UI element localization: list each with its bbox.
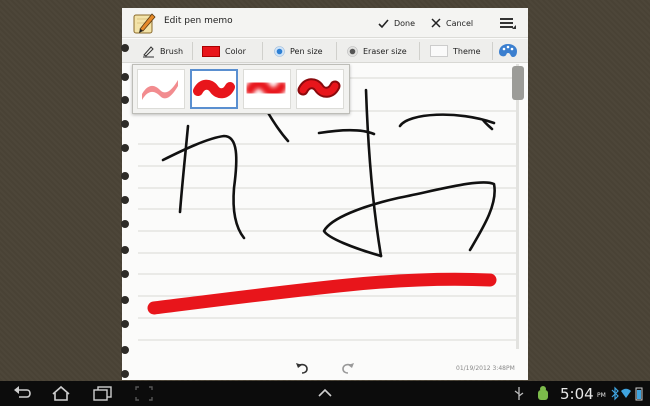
toolbar-divider	[336, 42, 337, 60]
brush-type-popup	[132, 64, 350, 114]
toolbar-divider	[492, 42, 493, 60]
status-ampm: PM	[597, 392, 606, 399]
spiral-ring	[121, 44, 129, 52]
brush-option-round-marker[interactable]	[190, 69, 238, 109]
spiral-ring	[121, 296, 129, 304]
toolbar-divider	[419, 42, 420, 60]
battery-icon	[635, 387, 643, 401]
pen-size-label: Pen size	[290, 46, 323, 56]
round-marker-brush-icon	[193, 79, 235, 99]
redo-icon[interactable]	[340, 360, 356, 376]
cancel-label: Cancel	[446, 18, 474, 28]
color-swatch	[202, 45, 220, 57]
home-icon[interactable]	[50, 385, 72, 402]
spiral-ring	[121, 270, 129, 278]
theme-swatch	[430, 45, 448, 57]
color-label: Color	[225, 46, 246, 56]
red-stroke	[147, 272, 497, 315]
brush-option-airbrush[interactable]	[243, 69, 291, 109]
system-navigation-bar: 5:04 PM	[0, 381, 650, 406]
spiral-ring	[121, 96, 129, 104]
undo-icon[interactable]	[294, 360, 310, 376]
bluetooth-icon	[611, 386, 619, 401]
close-icon	[431, 18, 441, 28]
pen-size-tool[interactable]: Pen size	[274, 41, 323, 61]
usb-icon	[514, 387, 524, 400]
brush-option-soft-marker[interactable]	[137, 69, 185, 109]
brush-tool[interactable]: Brush	[142, 41, 183, 61]
theme-tool[interactable]: Theme	[430, 41, 481, 61]
spiral-ring	[121, 172, 129, 180]
done-label: Done	[394, 18, 416, 28]
chevron-up-icon[interactable]	[316, 385, 334, 402]
title-bar: Edit pen memo Done Cancel	[122, 8, 528, 38]
spiral-ring	[121, 120, 129, 128]
spiral-ring	[121, 370, 129, 378]
spiral-ring	[121, 246, 129, 254]
spiral-ring	[121, 144, 129, 152]
ink-pen-brush-icon	[297, 78, 341, 98]
palette-icon[interactable]	[498, 41, 518, 61]
spiral-ring	[121, 346, 129, 354]
spiral-ring	[121, 196, 129, 204]
memo-timestamp: 01/19/2012 3:48PM	[456, 365, 515, 372]
color-tool[interactable]: Color	[202, 41, 246, 61]
eraser-size-tool[interactable]: Eraser size	[347, 41, 407, 61]
brush-label: Brush	[160, 46, 184, 56]
brush-option-ink-pen[interactable]	[296, 69, 344, 109]
spiral-ring	[121, 320, 129, 328]
toolbar-divider	[262, 42, 263, 60]
overflow-menu-icon[interactable]	[498, 13, 518, 33]
pen-memo-app-icon	[133, 13, 156, 34]
pen-memo-editor: Edit pen memo Done Cancel Brush Color Pe…	[122, 8, 528, 380]
check-icon	[378, 18, 389, 28]
cancel-button[interactable]: Cancel	[431, 13, 473, 33]
android-debug-icon	[538, 386, 548, 400]
theme-label: Theme	[453, 46, 481, 56]
done-button[interactable]: Done	[378, 13, 415, 33]
brush-icon	[143, 45, 154, 57]
recent-apps-icon[interactable]	[92, 385, 114, 402]
toolbar-divider	[192, 42, 193, 60]
screenshot-icon[interactable]	[134, 385, 154, 402]
scrollbar-thumb[interactable]	[512, 66, 524, 100]
pen-toolbar: Brush Color Pen size Eraser size Theme	[122, 39, 528, 63]
airbrush-brush-icon	[245, 78, 287, 98]
soft-marker-brush-icon	[142, 80, 178, 100]
page-title: Edit pen memo	[164, 16, 233, 26]
spiral-ring	[121, 73, 129, 81]
wifi-icon	[621, 388, 631, 398]
back-icon[interactable]	[12, 385, 34, 402]
eraser-size-label: Eraser size	[363, 46, 407, 56]
spiral-ring	[121, 220, 129, 228]
pen-size-dot-icon	[274, 45, 285, 57]
eraser-size-dot-icon	[347, 45, 358, 57]
scrollbar-track[interactable]	[516, 64, 519, 349]
status-clock: 5:04	[560, 385, 594, 403]
